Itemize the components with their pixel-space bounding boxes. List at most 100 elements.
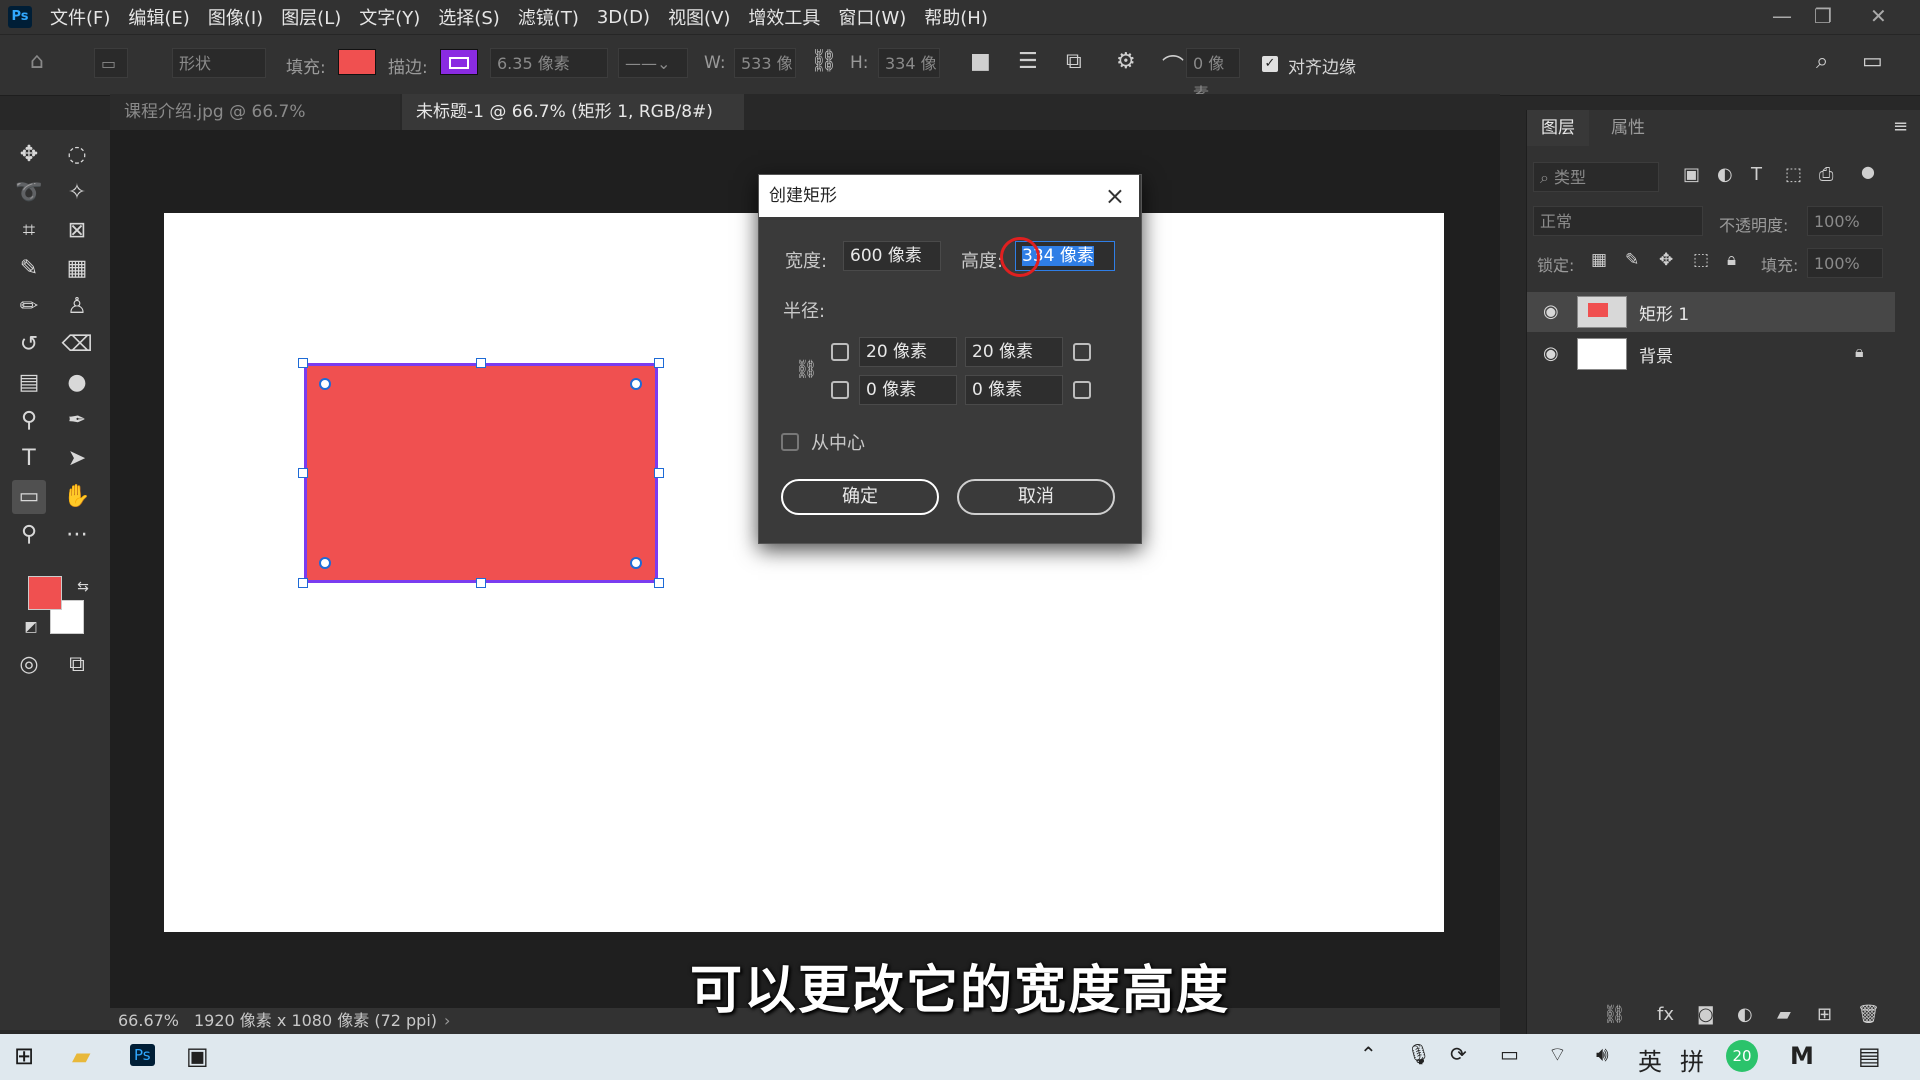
width-field[interactable]: 533 像 [734,48,796,78]
pen-icon[interactable]: ✒ [60,404,94,438]
microphone-icon[interactable]: 🎙︎ [1406,1042,1431,1066]
close-icon[interactable]: ✕ [1870,4,1887,28]
menu-image[interactable]: 图像(I) [208,4,263,30]
radius-handle[interactable] [319,378,331,390]
windows-start-icon[interactable]: ⊞ [14,1042,34,1070]
radius-handle[interactable] [630,557,642,569]
gear-icon[interactable]: ⚙ [1116,49,1136,74]
rectangle-icon[interactable]: ▭ [12,480,46,514]
path-alignment-icon[interactable]: ☰ [1018,49,1038,74]
stroke-width-field[interactable]: 6.35 像素 [490,48,608,78]
screen-mode-icon[interactable]: ⧉ [60,648,94,682]
file-explorer-icon[interactable]: ▰ [72,1042,90,1070]
link-layers-icon[interactable]: ⛓ [1603,1004,1626,1025]
transform-handle[interactable] [298,468,308,478]
tab-layers[interactable]: 图层 [1527,110,1589,146]
tab-properties[interactable]: 属性 [1597,110,1659,146]
transform-handle[interactable] [476,358,486,368]
menu-select[interactable]: 选择(S) [438,4,499,30]
zoom-icon[interactable]: ⚲ [12,518,46,552]
ime-indicator[interactable]: 拼 [1680,1042,1704,1077]
minimize-icon[interactable]: — [1772,4,1792,28]
type-icon[interactable]: T [12,442,46,476]
menu-help[interactable]: 帮助(H) [924,4,988,30]
language-indicator[interactable]: 英 [1638,1042,1662,1077]
quick-mask-icon[interactable]: ◎ [12,648,46,682]
history-brush-icon[interactable]: ↺ [12,328,46,362]
tab-untitled[interactable]: 未标题-1 @ 66.7% (矩形 1, RGB/8#) *× [402,94,744,158]
move-icon[interactable]: ✥ [12,138,46,172]
layer-filter-select[interactable]: ⌕ 类型 [1533,162,1659,192]
panel-menu-icon[interactable]: ≡ [1893,116,1908,137]
menu-type[interactable]: 文字(Y) [359,4,420,30]
lock-artboard-icon[interactable]: ⬚ [1693,250,1709,270]
fill-opacity-field[interactable]: 100% [1807,248,1883,278]
transform-handle[interactable] [654,358,664,368]
lasso-icon[interactable]: ➰ [12,176,46,210]
stroke-type-select[interactable]: ——⌄ [618,48,688,78]
blend-mode-select[interactable]: 正常 [1533,206,1703,236]
radius-bottom-left-input[interactable]: 0 像素 [859,375,957,405]
menu-3d[interactable]: 3D(D) [597,7,650,28]
lock-transparent-icon[interactable]: ▦ [1591,250,1607,270]
eraser-icon[interactable]: ⌫ [60,328,94,362]
tab-course-intro[interactable]: 课程介绍.jpg @ 66.7%(RGB/8)× [110,94,400,158]
image-filter-icon[interactable]: ▣ [1683,164,1700,185]
foreground-color-swatch-top[interactable] [28,576,62,610]
link-icon[interactable]: ⛓ [810,49,838,74]
link-radius-icon[interactable]: ⛓ [795,359,818,380]
trash-icon[interactable]: 🗑︎ [1857,1004,1880,1025]
from-center-checkbox[interactable] [781,433,799,451]
lock-pixels-icon[interactable]: ✎ [1625,250,1639,270]
ellipse-marquee-icon[interactable]: ◌ [60,138,94,172]
shape-filter-icon[interactable]: ⬚ [1785,164,1802,185]
add-mask-icon[interactable]: ◙ [1697,1004,1714,1025]
search-icon[interactable]: ⌕ [1816,49,1828,74]
filter-toggle-icon[interactable]: ● [1861,162,1875,181]
blur-icon[interactable]: ● [60,366,94,400]
path-select-icon[interactable]: ➤ [60,442,94,476]
stroke-swatch[interactable] [440,49,478,75]
home-icon[interactable]: ⌂ [30,49,44,74]
visibility-icon[interactable]: ◉ [1543,343,1559,364]
radius-top-right-input[interactable]: 20 像素 [965,337,1063,367]
app-tray-icon[interactable]: Ⅿ [1790,1042,1814,1070]
transform-handle[interactable] [298,358,308,368]
path-arrangement-icon[interactable]: ⧉ [1066,49,1082,74]
adjustment-filter-icon[interactable]: ◐ [1717,164,1733,185]
menu-filter[interactable]: 滤镜(T) [518,4,579,30]
more-icon[interactable]: ⋯ [60,518,94,552]
frame-icon[interactable]: ⊠ [60,214,94,248]
menu-edit[interactable]: 编辑(E) [128,4,189,30]
transform-handle[interactable] [476,578,486,588]
crop-icon[interactable]: ⌗ [12,214,46,248]
ok-button[interactable]: 确定 [781,479,939,515]
eyedropper-icon[interactable]: ✎ [12,252,46,286]
layer-row[interactable]: ◉ 矩形 1 [1527,292,1895,332]
battery-icon[interactable]: ▭ [1500,1042,1519,1066]
dodge-icon[interactable]: ⚲ [12,404,46,438]
action-center-icon[interactable]: ▤ [1858,1042,1881,1070]
transform-handle[interactable] [654,468,664,478]
new-layer-icon[interactable]: ⊞ [1817,1004,1832,1025]
lock-all-icon[interactable]: 🔒︎ [1727,250,1736,270]
workspace-icon[interactable]: ▭ [1862,49,1883,74]
cancel-button[interactable]: 取消 [957,479,1115,515]
height-field[interactable]: 334 像 [878,48,940,78]
rectangle-layer-shape[interactable] [304,363,658,583]
fx-icon[interactable]: fx [1657,1004,1674,1025]
smart-object-filter-icon[interactable]: ⎙ [1819,164,1833,185]
close-icon[interactable]: × [1105,175,1125,217]
radius-bottom-right-input[interactable]: 0 像素 [965,375,1063,405]
width-input[interactable]: 600 像素 [843,241,941,271]
type-filter-icon[interactable]: T [1751,164,1762,185]
default-colors-icon[interactable]: ◩ [14,610,48,644]
transform-handle[interactable] [654,578,664,588]
visibility-icon[interactable]: ◉ [1543,301,1559,322]
gradient-icon[interactable]: ▤ [12,366,46,400]
patch-icon[interactable]: ▦ [60,252,94,286]
notification-badge[interactable]: 20 [1726,1040,1758,1072]
hand-icon[interactable]: ✋ [60,480,94,514]
opacity-field[interactable]: 100% [1807,206,1883,236]
radius-handle[interactable] [319,557,331,569]
